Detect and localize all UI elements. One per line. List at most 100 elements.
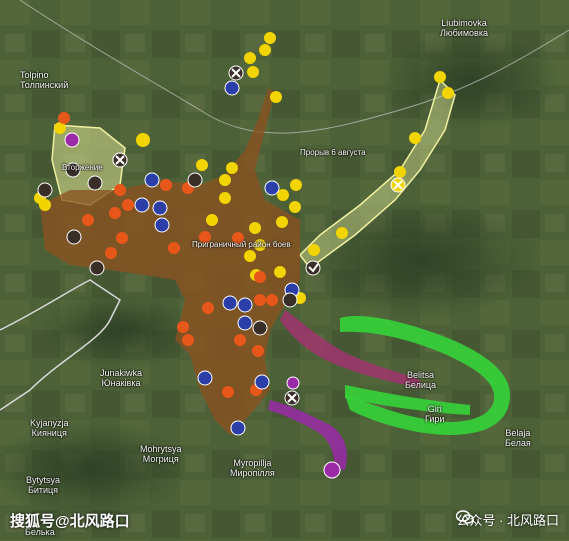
area-label-main: Приграничный район боев (192, 240, 291, 249)
map-marker[interactable] (286, 376, 300, 390)
map-marker[interactable] (154, 217, 170, 233)
place-label-junakivka: Junakiwka Юнаківка (100, 368, 142, 388)
map-marker[interactable] (105, 247, 117, 259)
watermark-left: 搜狐号@北风路口 (10, 513, 130, 530)
map-marker[interactable] (219, 192, 231, 204)
place-latin: Belaja (505, 428, 531, 438)
map-marker[interactable] (64, 132, 80, 148)
map-marker[interactable] (282, 292, 298, 308)
place-latin: Junakiwka (100, 368, 143, 378)
map-marker[interactable] (206, 214, 218, 226)
map-marker[interactable] (336, 227, 348, 239)
map-marker[interactable] (202, 302, 214, 314)
map-marker[interactable] (37, 182, 53, 198)
map-marker[interactable] (254, 271, 266, 283)
wechat-icon (456, 510, 475, 524)
map-marker[interactable] (237, 315, 253, 331)
map-marker[interactable] (144, 172, 160, 188)
map-marker[interactable] (254, 294, 266, 306)
map-marker[interactable] (222, 295, 238, 311)
map-marker[interactable] (434, 71, 446, 83)
map-marker[interactable] (116, 232, 128, 244)
map-marker[interactable] (82, 214, 94, 226)
place-latin: Bytytsya (26, 475, 61, 485)
map-marker[interactable] (270, 91, 282, 103)
map-marker[interactable] (409, 132, 421, 144)
place-latin: Belitsa (407, 370, 435, 380)
map-marker[interactable] (187, 172, 203, 188)
map-marker[interactable] (244, 52, 256, 64)
place-latin: Liubimovka (441, 18, 487, 28)
place-cyrillic: Миропілля (230, 468, 275, 478)
map-marker[interactable] (66, 229, 82, 245)
map-marker[interactable] (160, 179, 172, 191)
place-cyrillic: Толпинский (20, 80, 69, 90)
map-marker[interactable] (136, 133, 150, 147)
area-label-west: Вторжение (62, 163, 103, 172)
map-marker[interactable] (196, 159, 208, 171)
place-label-tolpino: Tolpino Толпинский (20, 70, 68, 90)
forest-area (380, 30, 560, 130)
area-label-east: Прорыв 6 августа (300, 148, 366, 157)
map-marker[interactable] (237, 297, 253, 313)
map-marker[interactable] (394, 166, 406, 178)
map-marker[interactable] (276, 216, 288, 228)
map-marker[interactable] (308, 244, 320, 256)
place-latin: Myropillja (233, 458, 272, 468)
map-marker[interactable] (266, 294, 278, 306)
place-label-kyjanytsia: Kyjanyzja Кияниця (30, 418, 69, 438)
map-marker[interactable] (264, 32, 276, 44)
map-marker[interactable] (58, 112, 70, 124)
map-marker[interactable] (244, 250, 256, 262)
watermark-right: 公众号 · 北风路口 (456, 510, 559, 529)
map-marker[interactable] (197, 370, 213, 386)
map-marker[interactable] (89, 260, 105, 276)
map-marker[interactable] (290, 179, 302, 191)
forest-area (40, 290, 200, 370)
place-latin: Mohrytsya (140, 444, 182, 454)
map-marker[interactable] (230, 420, 246, 436)
map-marker[interactable] (39, 199, 51, 211)
place-label-liubimovka: Liubimovka Любимовка (440, 18, 488, 38)
place-label-bytytsia: Bytytsya Битиця (26, 475, 60, 495)
place-label-belitsa: Belitsa Белица (405, 370, 436, 390)
place-label-giri: Giri Гири (425, 404, 444, 424)
map-marker[interactable] (122, 199, 134, 211)
map-marker[interactable] (168, 242, 180, 254)
map-marker[interactable] (152, 200, 168, 216)
map-marker[interactable] (252, 345, 264, 357)
map-marker[interactable] (274, 266, 286, 278)
map-marker[interactable] (254, 374, 270, 390)
map-marker[interactable] (259, 44, 271, 56)
map-marker[interactable] (222, 386, 234, 398)
place-label-myropillia: Myropillja Миропілля (230, 458, 275, 478)
place-cyrillic: Юнаківка (101, 378, 141, 388)
map-marker[interactable] (219, 174, 231, 186)
map-marker[interactable] (114, 184, 126, 196)
map-marker[interactable] (134, 197, 150, 213)
map-marker[interactable] (87, 175, 103, 191)
place-latin: Giri (427, 404, 442, 414)
map-marker[interactable] (323, 461, 341, 479)
map-marker[interactable] (182, 334, 194, 346)
map-marker[interactable] (247, 66, 259, 78)
place-latin: Tolpino (20, 70, 49, 80)
place-label-belaja: Belaja Белая (505, 428, 531, 448)
map-marker[interactable] (109, 207, 121, 219)
map-marker[interactable] (249, 222, 261, 234)
map-marker[interactable] (224, 80, 240, 96)
place-cyrillic: Любимовка (440, 28, 488, 38)
forest-area (300, 200, 540, 320)
map-marker[interactable] (252, 320, 268, 336)
map-svg (0, 0, 569, 541)
map-marker[interactable] (442, 87, 454, 99)
map-marker[interactable] (226, 162, 238, 174)
map-marker[interactable] (177, 321, 189, 333)
map-marker[interactable] (264, 180, 280, 196)
map-marker[interactable] (289, 201, 301, 213)
map-marker[interactable] (234, 334, 246, 346)
map-canvas[interactable]: Tolpino Толпинский Liubimovka Любимовка … (0, 0, 569, 541)
place-cyrillic: Белая (505, 438, 531, 448)
place-label-mohrytsia: Mohrytsya Могриця (140, 444, 182, 464)
map-marker[interactable] (305, 260, 321, 276)
